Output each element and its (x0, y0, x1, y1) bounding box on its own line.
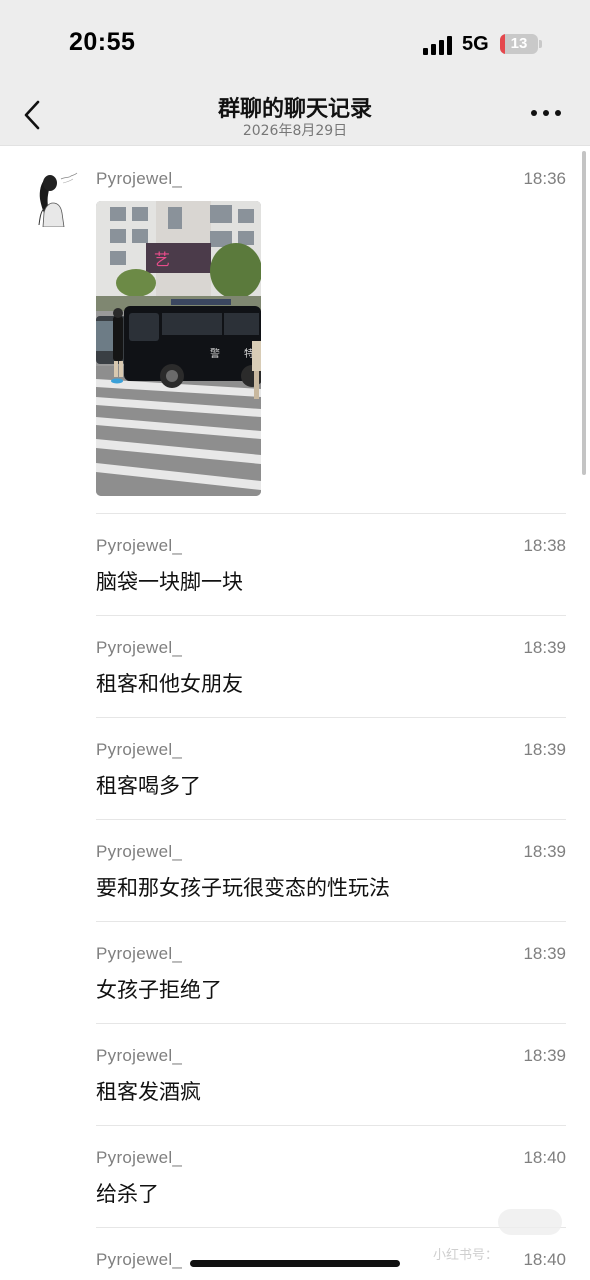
message-time: 18:36 (523, 169, 566, 188)
page-subtitle-date: 2026年8月29日 (242, 123, 348, 139)
chat-message[interactable]: Pyrojewel_ 18:39 女孩子拒绝了 (96, 944, 566, 1004)
chat-message[interactable]: Pyrojewel_ 18:36 艺 警 特 (96, 169, 566, 499)
nav-bar: 群聊的聊天记录 2026年8月29日 (0, 88, 590, 146)
message-time: 18:40 (523, 1250, 566, 1269)
sender-name: Pyrojewel_ (96, 1250, 183, 1269)
sender-name: Pyrojewel_ (96, 740, 183, 759)
message-divider (96, 717, 566, 718)
message-divider (96, 1023, 566, 1024)
status-bar: 20:55 5G 13 (0, 0, 590, 88)
message-divider (96, 921, 566, 922)
message-divider (96, 1125, 566, 1126)
watermark-badge (498, 1209, 562, 1235)
watermark: 小红书号： (433, 1248, 499, 1263)
chat-message[interactable]: Pyrojewel_ 18:39 租客和他女朋友 (96, 638, 566, 698)
message-time: 18:39 (523, 638, 566, 657)
chat-record-list[interactable]: Pyrojewel_ 18:36 艺 警 特 Pyrojewel_ 18:38 … (0, 147, 590, 1280)
message-divider (96, 615, 566, 616)
chat-message[interactable]: Pyrojewel_ 18:38 脑袋一块脚一块 (96, 536, 566, 596)
message-text: 女孩子拒绝了 (96, 978, 222, 1002)
home-indicator[interactable] (190, 1260, 400, 1267)
signal-icon (423, 35, 455, 55)
sender-name: Pyrojewel_ (96, 842, 183, 861)
message-time: 18:39 (523, 1046, 566, 1065)
battery-tip (539, 40, 542, 48)
sender-name: Pyrojewel_ (96, 1046, 183, 1065)
message-divider (96, 819, 566, 820)
message-time: 18:39 (523, 944, 566, 963)
network-label: 5G (462, 33, 489, 55)
chat-message[interactable]: Pyrojewel_ 18:40 给杀了 (96, 1148, 566, 1208)
shop-sign: 艺 (154, 250, 170, 269)
message-divider (96, 1227, 566, 1228)
message-text: 租客和他女朋友 (96, 672, 243, 696)
sender-name: Pyrojewel_ (96, 638, 183, 657)
message-text: 脑袋一块脚一块 (96, 570, 243, 594)
avatar[interactable] (31, 169, 79, 228)
battery-icon: 13 (500, 34, 538, 54)
page-title: 群聊的聊天记录 (217, 97, 372, 122)
more-dots-icon[interactable] (531, 110, 565, 120)
sender-name: Pyrojewel_ (96, 944, 183, 963)
message-time: 18:39 (523, 842, 566, 861)
sender-name: Pyrojewel_ (96, 1148, 183, 1167)
message-time: 18:38 (523, 536, 566, 555)
message-photo[interactable]: 艺 警 特 (96, 201, 261, 496)
message-text: 租客喝多了 (96, 774, 201, 798)
chat-message[interactable]: Pyrojewel_ 18:39 租客喝多了 (96, 740, 566, 800)
battery-level: 13 (510, 35, 528, 52)
message-text: 要和那女孩子玩很变态的性玩法 (96, 876, 390, 900)
status-time: 20:55 (69, 28, 136, 56)
message-text: 租客发酒疯 (96, 1080, 201, 1104)
chat-message[interactable]: Pyrojewel_ 18:39 租客发酒疯 (96, 1046, 566, 1106)
message-text: 给杀了 (96, 1182, 159, 1206)
chat-message[interactable]: Pyrojewel_ 18:39 要和那女孩子玩很变态的性玩法 (96, 842, 566, 902)
message-time: 18:39 (523, 740, 566, 759)
sender-name: Pyrojewel_ (96, 169, 183, 188)
message-time: 18:40 (523, 1148, 566, 1167)
scrollbar[interactable] (582, 151, 586, 475)
message-divider (96, 513, 566, 514)
sender-name: Pyrojewel_ (96, 536, 183, 555)
van-label: 警 (210, 347, 220, 360)
